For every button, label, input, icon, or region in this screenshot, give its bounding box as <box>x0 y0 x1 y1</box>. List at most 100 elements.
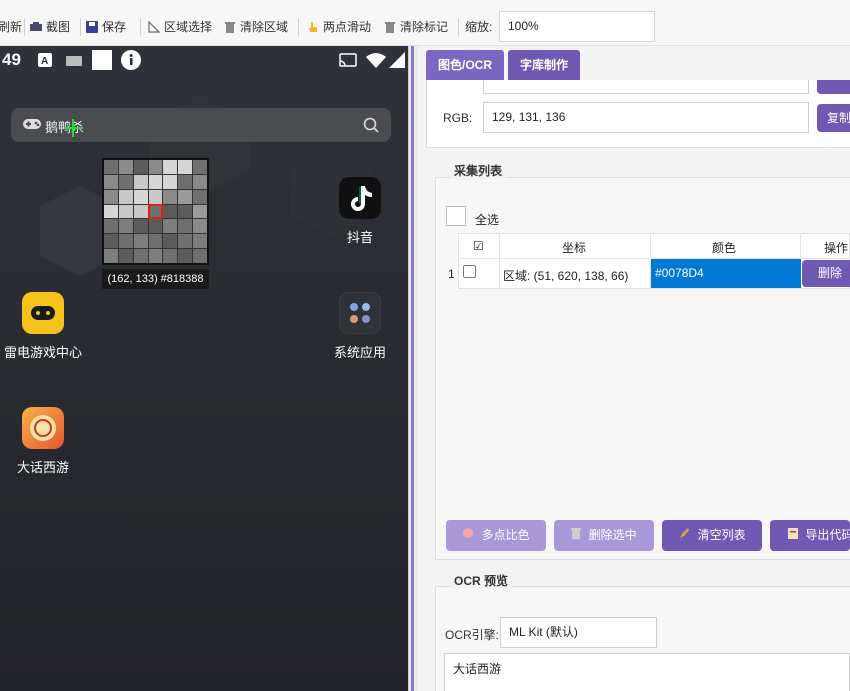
douyin-icon <box>339 177 381 219</box>
refresh-button[interactable]: 刷新 <box>0 18 22 36</box>
save-button[interactable]: 保存 <box>86 18 126 36</box>
magnifier-pixel <box>148 189 163 204</box>
magnifier-pixel <box>178 219 193 234</box>
clear-list-label: 清空列表 <box>697 528 746 542</box>
header-check[interactable]: ☑ <box>473 239 484 253</box>
region-select-button[interactable]: 区域选择 <box>148 18 212 36</box>
magnifier-pixel <box>163 234 178 249</box>
header-action: 操作 <box>824 241 849 255</box>
magnifier-pixel <box>118 234 133 249</box>
clear-region-button[interactable]: 清除区域 <box>224 18 288 36</box>
app-leidian[interactable]: 雷电游戏中心 <box>2 292 84 361</box>
magnifier-pixel <box>193 234 207 249</box>
save-label: 保存 <box>102 20 127 34</box>
dahua-icon <box>22 407 64 449</box>
toolbar-divider <box>140 18 141 36</box>
magnifier-pixel <box>148 174 163 189</box>
save-icon <box>86 21 98 33</box>
copy-button[interactable]: 复制 <box>817 104 850 132</box>
clear-list-button[interactable]: 清空列表 <box>662 520 762 551</box>
delete-selected-button[interactable]: 删除选中 <box>554 520 654 551</box>
wifi-icon <box>366 52 386 71</box>
status-bar: 49 A <box>0 48 408 72</box>
color-magnifier <box>102 158 209 265</box>
app-name: 抖音 <box>346 230 373 245</box>
hand-pointer-icon <box>307 21 319 33</box>
magnifier-pixel <box>133 219 148 234</box>
toolbar: 刷新 截图 保存 区域选择 清除区域 两点滑动 清除标记 缩放: 100% <box>0 0 850 46</box>
prev-field[interactable] <box>483 80 809 94</box>
device-screen[interactable]: 49 A 鹅鸭杀 (162, 133) #818388 抖音 雷电游戏中心 系统… <box>0 46 408 691</box>
app-name: 系统应用 <box>333 345 386 360</box>
magnifier-pixel <box>104 204 118 219</box>
tab-image-ocr[interactable]: 图色/OCR <box>426 50 505 80</box>
magnifier-pixel <box>133 234 148 249</box>
app-name: 大话西游 <box>16 460 69 475</box>
magnifier-pixel <box>193 249 207 263</box>
prev-field-button[interactable] <box>817 80 850 94</box>
app-douyin[interactable]: 抖音 <box>330 177 390 246</box>
magnifier-pixel <box>178 249 193 263</box>
row-color-cell: #0078D4 <box>651 259 801 288</box>
row-checkbox[interactable] <box>463 265 476 278</box>
delete-selected-label: 删除选中 <box>588 528 637 542</box>
trash-icon <box>224 21 236 33</box>
magnifier-pixel <box>178 174 193 189</box>
toolbar-divider <box>458 18 459 36</box>
app-system[interactable]: 系统应用 <box>325 292 395 361</box>
trash-icon <box>571 528 584 542</box>
select-all-checkbox[interactable] <box>446 206 466 226</box>
magnifier-pixel <box>104 160 118 174</box>
two-point-swipe-button[interactable]: 两点滑动 <box>307 18 371 36</box>
magnifier-pixel <box>163 204 178 219</box>
screenshot-button[interactable]: 截图 <box>30 18 70 36</box>
search-icon[interactable] <box>363 117 379 136</box>
row-index: 1 <box>448 267 455 281</box>
screenshot-label: 截图 <box>46 20 71 34</box>
app-name: 雷电游戏中心 <box>3 345 82 360</box>
magnifier-pixel <box>118 249 133 263</box>
magnifier-pixel <box>163 174 178 189</box>
palette-icon <box>462 528 477 542</box>
magnifier-pixel <box>104 174 118 189</box>
region-select-label: 区域选择 <box>164 20 213 34</box>
capture-list-title: 采集列表 <box>450 162 507 179</box>
export-code-button[interactable]: 导出代码 <box>770 520 850 551</box>
zoom-label: 缩放: <box>465 20 493 34</box>
ocr-engine-label: OCR引擎: <box>445 628 500 642</box>
zoom-input[interactable]: 100% <box>499 11 655 42</box>
crosshair-marker-icon <box>64 119 82 140</box>
multi-compare-button[interactable]: 多点比色 <box>446 520 546 551</box>
square-icon <box>92 50 112 70</box>
leidian-icon <box>22 292 64 334</box>
rgb-value-field[interactable]: 129, 131, 136 <box>483 102 809 133</box>
broom-icon <box>678 528 693 542</box>
table-header: ☑ 坐标 颜色 操作 <box>459 234 850 290</box>
magnifier-pixel <box>118 219 133 234</box>
magnifier-pixel <box>104 249 118 263</box>
panel-splitter[interactable] <box>408 46 418 691</box>
magnifier-pixel <box>163 249 178 263</box>
app-dahua[interactable]: 大话西游 <box>8 407 78 476</box>
clear-marks-button[interactable]: 清除标记 <box>384 18 448 36</box>
system-apps-folder-icon <box>339 292 381 334</box>
sd-card-icon <box>66 54 82 69</box>
header-color: 颜色 <box>712 241 737 255</box>
row-color-value: #0078D4 <box>655 266 704 280</box>
magnifier-pixel <box>118 189 133 204</box>
toolbar-divider <box>80 18 81 36</box>
magnifier-pixel <box>193 189 207 204</box>
magnifier-pixel <box>133 160 148 174</box>
ocr-result-textarea[interactable]: 大话西游 <box>444 653 850 691</box>
magnifier-pixel <box>104 234 118 249</box>
row-delete-button[interactable]: 删除 <box>802 260 850 287</box>
refresh-label: 刷新 <box>0 20 23 34</box>
tab-font-library[interactable]: 字库制作 <box>508 50 581 80</box>
tab-bar: 图色/OCR 字库制作 <box>426 50 581 80</box>
color-info-panel: RGB: 129, 131, 136 复制 <box>426 80 850 148</box>
toolbar-divider <box>298 18 299 36</box>
magnifier-pixel <box>178 189 193 204</box>
right-panel: 图色/OCR 字库制作 RGB: 129, 131, 136 复制 采集列表 全… <box>418 46 850 691</box>
ocr-engine-select[interactable]: ML Kit (默认) <box>500 617 657 648</box>
magnifier-pixel <box>193 160 207 174</box>
